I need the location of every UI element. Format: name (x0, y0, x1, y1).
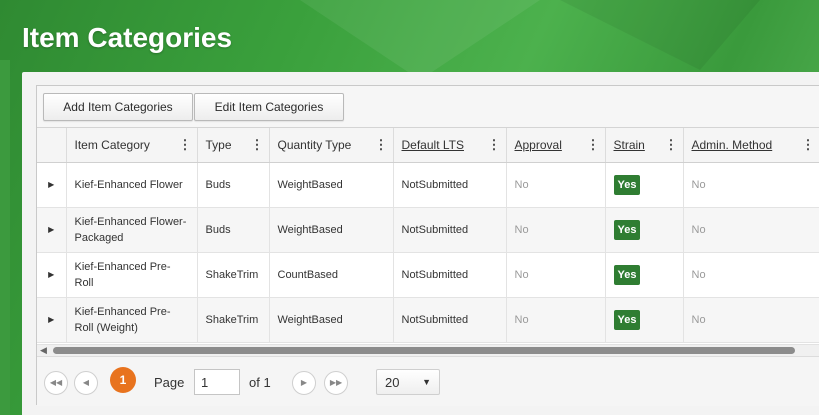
grid-toolbar: Add Item Categories Edit Item Categories (37, 86, 819, 128)
column-header[interactable]: Item Category ⋮ (66, 128, 198, 163)
strain-yes-badge: Yes (613, 264, 641, 285)
cell-admin-method: No (683, 252, 819, 298)
page-count-label: of 1 (249, 375, 271, 390)
cell-admin-method: No (683, 207, 819, 253)
page-number-input[interactable] (194, 369, 240, 395)
cell-item-category: Kief-Enhanced Pre-Roll (Weight) (66, 297, 198, 343)
strain-yes-badge: Yes (613, 174, 641, 195)
column-menu-icon[interactable]: ⋮ (179, 137, 192, 153)
cell-default-lts: NotSubmitted (393, 252, 507, 298)
column-menu-icon[interactable]: ⋮ (488, 137, 501, 153)
cell-item-category: Kief-Enhanced Pre-Roll (66, 252, 198, 298)
cell-admin-method: No (683, 297, 819, 343)
cell-quantity-type: WeightBased (269, 162, 394, 208)
page-size-select[interactable]: 20 ▼ (376, 369, 440, 395)
left-edge (0, 60, 10, 415)
next-page-icon[interactable]: ▶ (292, 371, 316, 395)
cell-strain: Yes (605, 297, 684, 343)
column-header[interactable]: Type ⋮ (197, 128, 270, 163)
cell-item-category: Kief-Enhanced Flower-Packaged (66, 207, 198, 253)
cell-strain: Yes (605, 162, 684, 208)
scroll-left-icon[interactable]: ◀ (40, 345, 47, 356)
column-header-label: Admin. Method (691, 137, 773, 152)
table-row[interactable]: ▶ Kief-Enhanced Pre-Roll (Weight) ShakeTri… (37, 297, 819, 343)
column-menu-icon[interactable]: ⋮ (665, 137, 678, 153)
cell-admin-method: No (683, 162, 819, 208)
expand-row-icon[interactable]: ▶ (37, 207, 67, 253)
table-row[interactable]: ▶ Kief-Enhanced Flower Buds WeightBased NotS… (37, 162, 819, 208)
horizontal-scrollbar[interactable]: ◀ (37, 344, 819, 356)
cell-strain: Yes (605, 252, 684, 298)
column-header[interactable]: Default LTS ⋮ (393, 128, 507, 163)
column-menu-icon[interactable]: ⋮ (251, 137, 264, 153)
cell-quantity-type: WeightBased (269, 207, 394, 253)
banner-facet (300, 0, 540, 80)
first-page-icon[interactable]: ◀◀ (44, 371, 68, 395)
page-label: Page (154, 375, 185, 390)
expand-row-icon[interactable]: ▶ (37, 252, 67, 298)
content-panel: Add Item Categories Edit Item Categories… (22, 72, 819, 415)
cell-approval: No (506, 252, 606, 298)
strain-yes-badge: Yes (613, 219, 641, 240)
page-title: Item Categories (22, 22, 233, 53)
expand-column-header (37, 128, 67, 163)
table-row[interactable]: ▶ Kief-Enhanced Pre-Roll ShakeTrim CountBas… (37, 252, 819, 298)
cell-approval: No (506, 162, 606, 208)
add-item-categories-button[interactable]: Add Item Categories (43, 93, 193, 121)
column-header[interactable]: Admin. Method ⋮ (683, 128, 819, 163)
prev-page-icon[interactable]: ◀ (74, 371, 98, 395)
page-size-value: 20 (385, 375, 400, 390)
current-page-badge[interactable]: 1 (110, 367, 136, 393)
last-page-icon[interactable]: ▶▶ (324, 371, 348, 395)
grid-body: ▶ Kief-Enhanced Flower Buds WeightBased NotS… (37, 162, 819, 343)
column-menu-icon[interactable]: ⋮ (587, 137, 600, 153)
column-header[interactable]: Strain ⋮ (605, 128, 684, 163)
column-header-label: Approval (514, 137, 562, 152)
chevron-down-icon: ▼ (422, 377, 431, 387)
cell-item-category: Kief-Enhanced Flower (66, 162, 198, 208)
cell-default-lts: NotSubmitted (393, 297, 507, 343)
table-row[interactable]: ▶ Kief-Enhanced Flower-Packaged Buds Weight… (37, 207, 819, 253)
edit-item-categories-button[interactable]: Edit Item Categories (194, 93, 344, 121)
cell-approval: No (506, 297, 606, 343)
cell-quantity-type: CountBased (269, 252, 394, 298)
column-header[interactable]: Quantity Type ⋮ (269, 128, 394, 163)
banner-facet (560, 0, 760, 70)
cell-default-lts: NotSubmitted (393, 207, 507, 253)
column-header-label: Quantity Type (277, 137, 352, 152)
expand-row-icon[interactable]: ▶ (37, 162, 67, 208)
strain-yes-badge: Yes (613, 309, 641, 330)
grid-header-row: Item Category ⋮ Type ⋮ Quantity Type ⋮ Default… (37, 128, 819, 163)
grid-table: Item Category ⋮ Type ⋮ Quantity Type ⋮ Default… (37, 128, 819, 343)
column-header-label: Type (205, 137, 232, 152)
cell-default-lts: NotSubmitted (393, 162, 507, 208)
cell-quantity-type: WeightBased (269, 297, 394, 343)
cell-type: Buds (197, 207, 270, 253)
cell-type: ShakeTrim (197, 297, 270, 343)
grid-pager: ◀◀ ◀ 1 Page of 1 ▶ ▶▶ 20 ▼ (37, 356, 819, 406)
column-menu-icon[interactable]: ⋮ (375, 137, 388, 153)
cell-type: Buds (197, 162, 270, 208)
column-header[interactable]: Approval ⋮ (506, 128, 606, 163)
scrollbar-thumb[interactable] (53, 347, 795, 354)
column-header-label: Default LTS (401, 137, 464, 152)
cell-type: ShakeTrim (197, 252, 270, 298)
cell-strain: Yes (605, 207, 684, 253)
column-menu-icon[interactable]: ⋮ (802, 137, 815, 153)
expand-row-icon[interactable]: ▶ (37, 297, 67, 343)
item-categories-grid: Add Item Categories Edit Item Categories… (36, 85, 819, 406)
column-header-label: Strain (613, 137, 645, 152)
column-header-label: Item Category (74, 137, 150, 152)
cell-approval: No (506, 207, 606, 253)
